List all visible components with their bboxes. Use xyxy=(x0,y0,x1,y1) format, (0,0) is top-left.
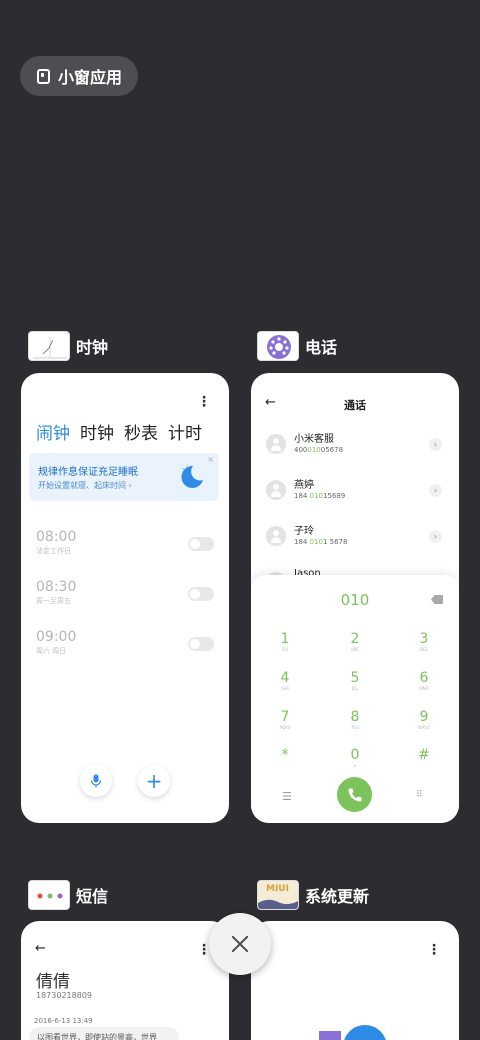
clock-app-header[interactable]: 时钟 xyxy=(28,331,108,361)
chevron-right-icon[interactable]: › xyxy=(429,530,442,543)
chevron-right-icon[interactable]: › xyxy=(429,484,442,497)
alarm-item[interactable]: 08:00 法定工作日 xyxy=(36,529,76,556)
close-banner-icon[interactable]: × xyxy=(207,455,214,464)
contact-number: 184 01015689 xyxy=(294,492,346,500)
update-app-icon: MIUI xyxy=(257,880,299,910)
plus-icon: + xyxy=(145,769,163,793)
call-title: 通话 xyxy=(344,399,366,412)
phone-app-name: 电话 xyxy=(305,338,338,357)
avatar xyxy=(266,526,286,546)
alarm-item[interactable]: 08:30 周一至周五 xyxy=(36,579,76,606)
phone-icon xyxy=(348,788,361,801)
more-options-icon[interactable]: ⋮ xyxy=(197,395,211,409)
sleep-banner[interactable]: 规律作息保证充足睡眠 开始设置就寝、起床时间 › × xyxy=(29,453,219,501)
dial-key[interactable]: 2 ABC xyxy=(335,631,375,653)
phone-app-header[interactable]: 电话 xyxy=(257,331,337,361)
sleep-banner-subtitle: 开始设置就寝、起床时间 › xyxy=(38,481,132,490)
contact-number: 18730218809 xyxy=(36,991,92,1000)
clock-app-card[interactable]: ⋮ 闹钟 时钟 秒表 计时 规律作息保证充足睡眠 开始设置就寝、起床时间 › ×… xyxy=(21,373,229,823)
sms-app-icon xyxy=(28,880,70,910)
microphone-icon xyxy=(90,774,102,788)
dial-key[interactable]: 7 PQRS xyxy=(265,709,305,731)
chevron-right-icon[interactable]: › xyxy=(429,438,442,451)
dial-key[interactable]: 8 TUV xyxy=(335,709,375,731)
dial-key[interactable]: 1 GU xyxy=(265,631,305,653)
moon-icon xyxy=(181,465,203,488)
clock-app-icon xyxy=(28,331,70,361)
update-app-card[interactable]: ⋮ xyxy=(251,921,459,1040)
dial-pad: 010 1 GU 2 ABC 3 DEF 4 GHI 5 JKL 6 MNO 7 PQRS 8… xyxy=(251,575,459,823)
tab-alarm[interactable]: 闹钟 xyxy=(36,419,70,444)
sms-app-name: 短信 xyxy=(76,887,109,906)
dial-key[interactable]: 9 WXYZ xyxy=(404,709,444,731)
miui-logo: MIUI xyxy=(266,884,289,894)
clock-tabs: 闹钟 时钟 秒表 计时 xyxy=(36,419,202,444)
sms-app-header[interactable]: 短信 xyxy=(28,880,108,910)
contact-item[interactable]: 燕婷 184 01015689 › xyxy=(266,476,442,506)
update-illustration-icon xyxy=(319,1025,386,1040)
small-window-icon xyxy=(37,68,50,84)
contact-number: 184 0101 5678 xyxy=(294,538,348,546)
dial-key[interactable]: 0 + xyxy=(335,747,375,769)
contact-item[interactable]: 子玲 184 0101 5678 › xyxy=(266,522,442,552)
dial-input[interactable]: 010 xyxy=(251,591,459,609)
tab-stopwatch[interactable]: 秒表 xyxy=(124,419,158,444)
avatar xyxy=(266,480,286,500)
dial-key[interactable]: 5 JKL xyxy=(335,670,375,692)
dial-key[interactable]: 3 DEF xyxy=(404,631,444,653)
avatar xyxy=(266,434,286,454)
update-app-name: 系统更新 xyxy=(305,887,370,906)
dial-key[interactable]: 6 MNO xyxy=(404,670,444,692)
phone-app-icon xyxy=(257,331,299,361)
more-options-icon[interactable]: ⋮ xyxy=(427,943,441,957)
sms-app-card[interactable]: ← ⋮ 倩倩 18730218809 2016-6-13 13:49 以图看世界… xyxy=(21,921,229,1040)
message-timestamp: 2016-6-13 13:49 xyxy=(34,1017,93,1025)
dial-key[interactable]: *, xyxy=(265,747,305,769)
dial-key[interactable]: 4 GHI xyxy=(265,670,305,692)
alarm-toggle[interactable] xyxy=(188,537,214,551)
alarm-toggle[interactable] xyxy=(188,587,214,601)
voice-alarm-button[interactable] xyxy=(80,765,112,797)
clock-app-name: 时钟 xyxy=(76,338,109,357)
alarm-item[interactable]: 09:00 周六 周日 xyxy=(36,629,76,656)
contact-name: 倩倩 xyxy=(36,972,70,992)
update-app-header[interactable]: MIUI 系统更新 xyxy=(257,880,369,910)
message-bubble[interactable]: 以图看世界，即使站的景高，世界 xyxy=(29,1027,179,1040)
tab-timer[interactable]: 计时 xyxy=(168,419,202,444)
contact-number: 40001005678 xyxy=(294,446,344,454)
back-arrow-icon[interactable]: ← xyxy=(35,941,46,956)
call-button[interactable] xyxy=(337,777,372,812)
close-all-button[interactable] xyxy=(209,913,271,975)
tab-clock[interactable]: 时钟 xyxy=(80,419,114,444)
contact-item[interactable]: 小米客服 40001005678 › xyxy=(266,430,442,460)
phone-app-card[interactable]: ← 通话 小米客服 40001005678 › 燕婷 184 01015689 … xyxy=(251,373,459,823)
sleep-banner-title: 规律作息保证充足睡眠 xyxy=(38,467,138,478)
dial-key[interactable]: # xyxy=(404,747,444,763)
menu-icon[interactable]: ☰ xyxy=(282,790,292,803)
keypad-icon[interactable]: ⠿ xyxy=(416,790,423,800)
add-alarm-button[interactable]: + xyxy=(138,765,170,797)
alarm-toggle[interactable] xyxy=(188,637,214,651)
small-window-label: 小窗应用 xyxy=(58,68,123,87)
small-window-button[interactable]: 小窗应用 xyxy=(20,56,138,96)
